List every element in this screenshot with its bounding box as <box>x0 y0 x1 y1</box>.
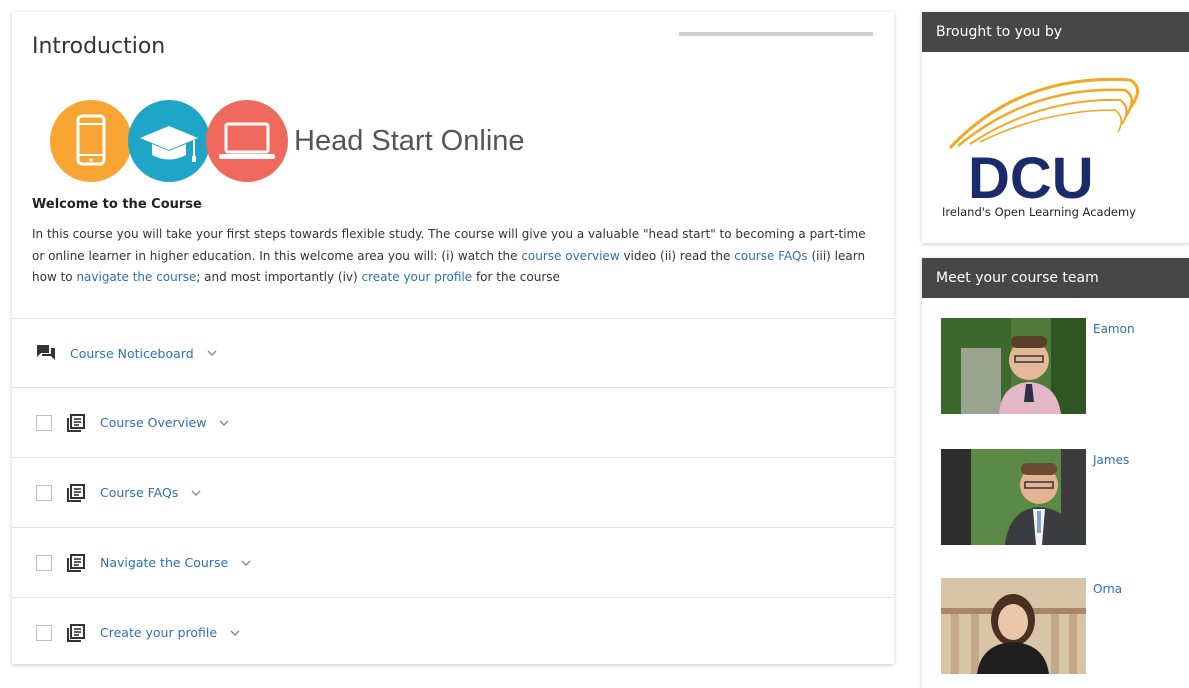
activity-link[interactable]: Course FAQs <box>100 485 178 500</box>
completion-checkbox[interactable] <box>36 554 52 571</box>
activity-link[interactable]: Course Overview <box>100 415 206 430</box>
block-header: Brought to you by <box>922 12 1189 52</box>
completion-checkbox[interactable] <box>36 484 52 501</box>
laptop-icon <box>206 100 288 182</box>
activity-course-faqs: Course FAQs <box>12 457 894 527</box>
block-header: Meet your course team <box>922 258 1189 298</box>
activity-course-noticeboard: Course Noticeboard <box>12 318 894 387</box>
chevron-down-icon[interactable] <box>206 348 218 358</box>
activity-link[interactable]: Course Noticeboard <box>70 346 194 361</box>
dcu-logo[interactable]: DCU <box>940 68 1160 218</box>
graduation-cap-icon <box>128 100 210 182</box>
chevron-down-icon[interactable] <box>229 628 241 638</box>
activity-link[interactable]: Create your profile <box>100 625 217 640</box>
course-section-card: Introduction Head Start Online Welcome t… <box>12 12 894 664</box>
team-member-name[interactable]: Eamon <box>1093 322 1135 336</box>
banner-title: Head Start Online <box>294 125 525 157</box>
avatar[interactable] <box>941 318 1086 414</box>
section-title: Introduction <box>32 34 166 59</box>
progress-bar <box>679 32 873 36</box>
activity-course-overview: Course Overview <box>12 387 894 457</box>
chevron-down-icon[interactable] <box>240 558 252 568</box>
course-team-block: Meet your course team Eamon James Orna <box>922 258 1189 688</box>
phone-icon <box>50 100 132 182</box>
brought-by-block: Brought to you by DCU Ireland's Open Lea… <box>922 12 1189 243</box>
create-profile-link[interactable]: create your profile <box>362 270 473 284</box>
dcu-logo-text: DCU <box>968 146 1094 211</box>
team-member-name[interactable]: James <box>1093 453 1129 467</box>
page-icon <box>66 483 86 503</box>
course-faqs-link[interactable]: course FAQs <box>734 249 807 263</box>
completion-checkbox[interactable] <box>36 624 52 641</box>
page-icon <box>66 413 86 433</box>
welcome-title: Welcome to the Course <box>32 197 202 212</box>
navigate-course-link[interactable]: navigate the course <box>76 270 196 284</box>
welcome-text-part: video (ii) read the <box>619 248 735 263</box>
welcome-text: In this course you will take your first … <box>32 224 877 289</box>
forum-icon <box>36 343 56 363</box>
activity-navigate-course: Navigate the Course <box>12 527 894 597</box>
team-member-name[interactable]: Orna <box>1093 582 1122 596</box>
intro-section: Introduction Head Start Online Welcome t… <box>12 12 894 318</box>
welcome-text-part: for the course <box>472 270 560 284</box>
welcome-text-part: ; and most importantly (iv) <box>196 270 362 284</box>
activity-link[interactable]: Navigate the Course <box>100 555 228 570</box>
page-icon <box>66 553 86 573</box>
completion-checkbox[interactable] <box>36 414 52 431</box>
avatar[interactable] <box>941 449 1086 545</box>
avatar[interactable] <box>941 578 1086 674</box>
activity-create-profile: Create your profile <box>12 597 894 667</box>
logo-subtitle: Ireland's Open Learning Academy <box>942 205 1136 219</box>
chevron-down-icon[interactable] <box>190 488 202 498</box>
page-icon <box>66 623 86 643</box>
chevron-down-icon[interactable] <box>218 418 230 428</box>
course-overview-link[interactable]: course overview <box>521 249 619 263</box>
